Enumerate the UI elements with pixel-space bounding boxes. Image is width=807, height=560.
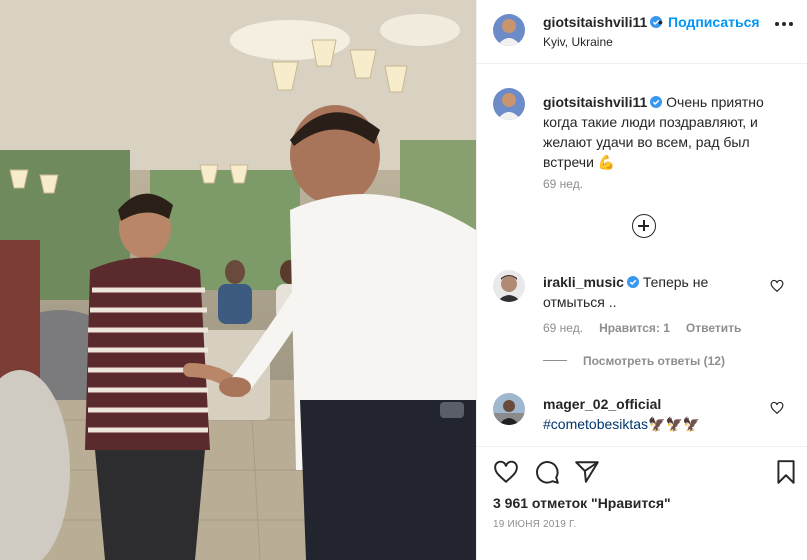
bookmark-icon[interactable] [773,459,799,485]
comment-likes-count[interactable]: Нравится: 1 [599,321,670,335]
flexed-biceps-emoji: 💪 [597,154,616,170]
caption-username[interactable]: giotsitaishvili11 [543,94,647,110]
comment-username[interactable]: irakli_music [543,274,624,290]
commenter-avatar[interactable] [493,393,525,425]
photo-scene [0,0,476,560]
follow-button[interactable]: Подписаться [668,14,760,30]
post-photo[interactable] [0,0,476,560]
separator-dot: • [658,14,663,30]
reply-button[interactable]: Ответить [686,321,741,335]
commenter-avatar[interactable] [493,270,525,302]
replies-divider [543,360,567,361]
comment-text: mager_02_official #cometobesiktas🦅🦅🦅 [543,394,763,434]
verified-badge-icon [650,96,663,108]
caption-timestamp[interactable]: 69 нед. [543,177,583,191]
caption-text: giotsitaishvili11 Очень приятно когда та… [543,92,788,172]
share-icon[interactable] [574,459,600,485]
view-replies-label[interactable]: Посмотреть ответы (12) [583,354,725,368]
view-replies-button[interactable]: Посмотреть ответы (12) [543,354,725,368]
verified-badge-icon [626,276,639,288]
author-username-text[interactable]: giotsitaishvili11 [543,14,647,30]
heart-icon[interactable] [493,459,519,485]
comment-text: irakli_music Теперь не отмыться .. [543,272,753,312]
post-header: giotsitaishvili11 • Подписаться Kyiv, Uk… [477,0,807,64]
post-actions: 3 961 отметок "Нравится" 19 ИЮНЯ 2019 Г. [477,446,807,560]
post-date[interactable]: 19 ИЮНЯ 2019 Г. [493,519,576,530]
likes-count[interactable]: 3 961 отметок "Нравится" [493,495,671,511]
comment-hashtag[interactable]: #cometobesiktas [543,416,648,432]
comment-icon[interactable] [534,459,560,485]
author-avatar[interactable] [493,14,525,46]
comment-like-heart-icon[interactable] [770,401,784,415]
comment-timestamp[interactable]: 69 нед. [543,321,583,335]
comment-like-heart-icon[interactable] [770,279,784,293]
post-location[interactable]: Kyiv, Ukraine [543,35,613,49]
post-side-panel: giotsitaishvili11 • Подписаться Kyiv, Uk… [476,0,807,560]
author-username[interactable]: giotsitaishvili11 [543,14,663,30]
caption-avatar[interactable] [493,88,525,120]
comment-username[interactable]: mager_02_official [543,396,661,412]
eagle-emoji: 🦅🦅🦅 [648,416,701,432]
plus-circle-icon[interactable] [632,214,656,238]
more-icon[interactable] [775,22,795,28]
comment-meta: 69 нед. Нравится: 1 Ответить [543,321,741,335]
